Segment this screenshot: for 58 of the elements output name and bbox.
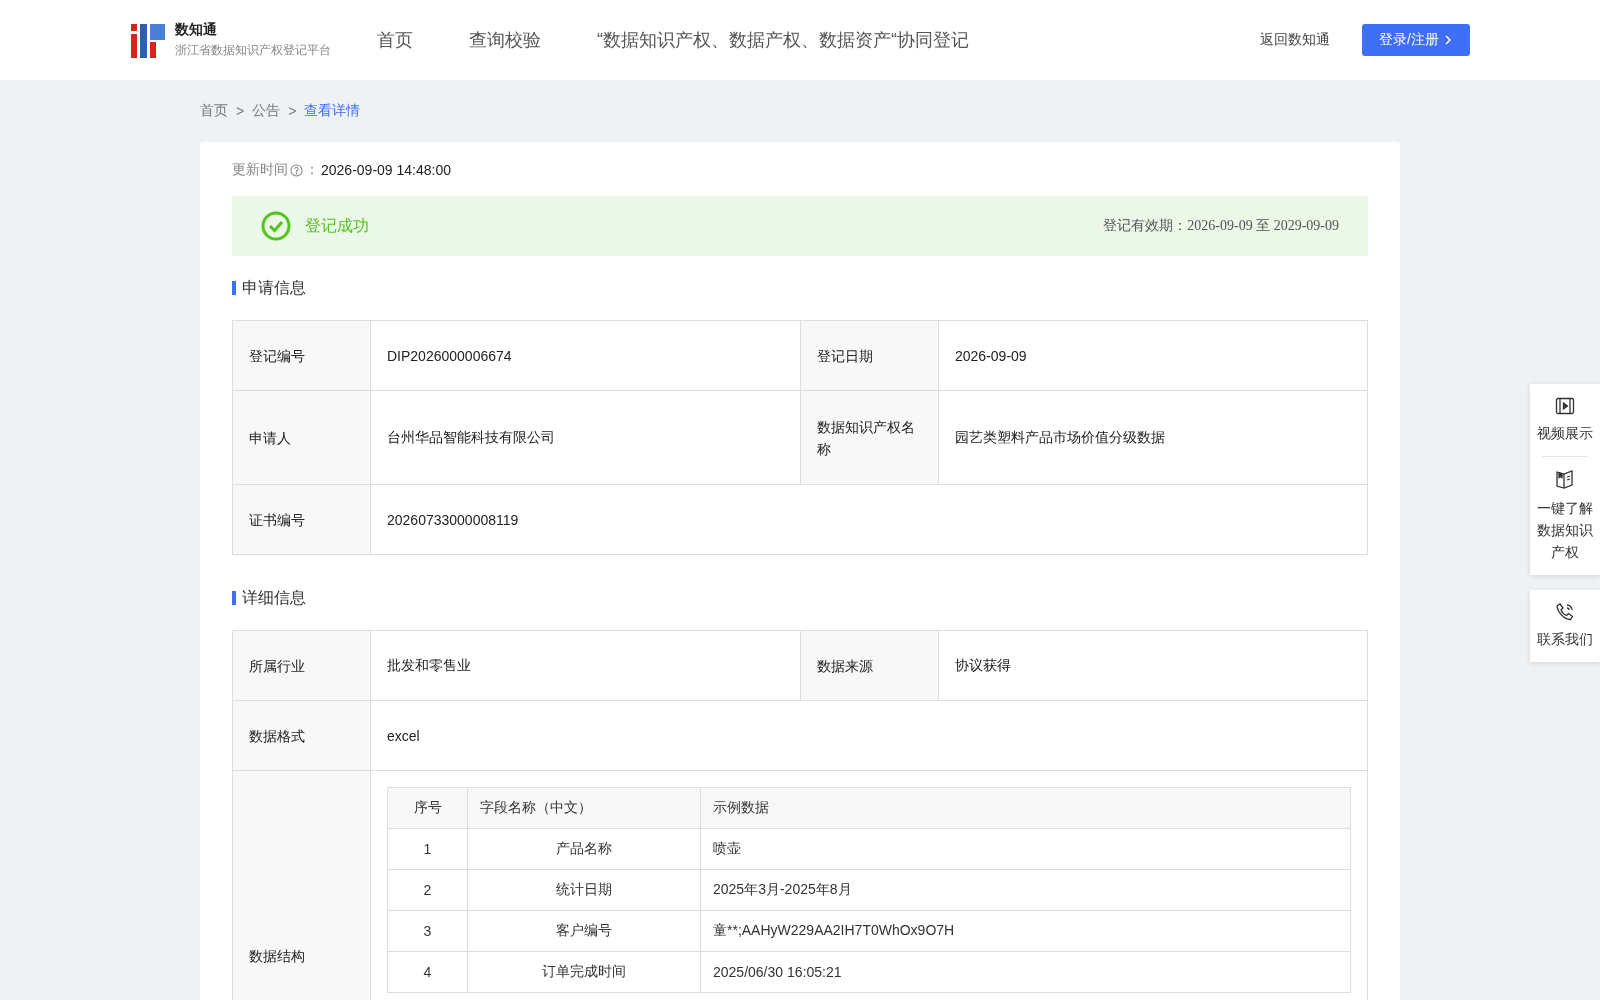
- field-value: 20260733000008119: [386, 510, 520, 530]
- column-header: 字段名称（中文）: [467, 787, 701, 829]
- logo-subtitle: 浙江省数据知识产权登记平台: [175, 42, 331, 59]
- side-panel-item[interactable]: 联系我们: [1530, 590, 1600, 662]
- side-panel-item[interactable]: 一键了解数据知识产权: [1530, 457, 1600, 575]
- breadcrumb-link[interactable]: 查看详情: [304, 102, 361, 120]
- field-label: 登记编号: [233, 321, 371, 390]
- section-title: 申请信息: [242, 277, 306, 298]
- table-cell: 2025年3月-2025年8月: [700, 869, 1351, 911]
- field-value: 协议获得: [954, 655, 1012, 675]
- table-cell: 客户编号: [467, 910, 701, 952]
- status-text: 登记成功: [305, 215, 370, 236]
- table-cell: 订单完成时间: [467, 951, 701, 993]
- field-label: 证书编号: [233, 485, 371, 554]
- validity-period: 登记有效期：2026-09-09 至 2029-09-09: [1103, 217, 1339, 235]
- nav-link[interactable]: “数据知识产权、数据产权、数据资产“协同登记: [597, 28, 969, 52]
- table-cell: 3: [387, 910, 468, 952]
- table-cell: 产品名称: [467, 828, 701, 870]
- field-value: 园艺类塑料产品市场价值分级数据: [954, 427, 1166, 447]
- section-title: 详细信息: [242, 587, 306, 608]
- video-icon: [1555, 396, 1575, 416]
- phone-icon: [1555, 602, 1575, 622]
- table-cell: 2025/06/30 16:05:21: [700, 951, 1351, 993]
- update-time: 2026-09-09 14:48:00: [321, 162, 451, 178]
- logo-title: 数知通: [175, 21, 218, 39]
- column-header: 序号: [387, 787, 468, 829]
- logo-icon: [131, 22, 165, 58]
- field-label: 登记日期: [801, 321, 939, 390]
- nav-link[interactable]: 首页: [377, 28, 413, 52]
- column-header: 示例数据: [700, 787, 1351, 829]
- field-label: 数据格式: [233, 701, 371, 770]
- field-value: 2026-09-09: [954, 346, 1028, 366]
- nav-link[interactable]: 查询校验: [469, 28, 541, 52]
- field-label: 数据结构: [233, 771, 371, 1000]
- colon: ：: [305, 161, 319, 179]
- field-label: 申请人: [233, 391, 371, 484]
- field-value: excel: [386, 726, 421, 746]
- update-label: 更新时间: [232, 161, 288, 179]
- breadcrumb-separator: >: [288, 103, 297, 119]
- side-panel-item[interactable]: 视频展示: [1530, 384, 1600, 456]
- chevron-right-icon: [1442, 35, 1453, 45]
- breadcrumb-link[interactable]: 公告: [252, 102, 281, 120]
- field-label: 数据来源: [801, 631, 939, 700]
- table-cell: 喷壶: [700, 828, 1351, 870]
- back-link[interactable]: 返回数知通: [1260, 31, 1330, 49]
- field-label: 数据知识产权名称: [801, 391, 939, 484]
- book-icon: [1555, 469, 1575, 491]
- table-cell: 2: [387, 869, 468, 911]
- table-cell: 1: [387, 828, 468, 870]
- check-circle-icon: [261, 211, 291, 241]
- field-label: 所属行业: [233, 631, 371, 700]
- help-icon: [290, 163, 303, 177]
- table-cell: 统计日期: [467, 869, 701, 911]
- table-cell: 童**;AAHyW229AA2IH7T0WhOx9O7H: [700, 910, 1351, 952]
- breadcrumb-link[interactable]: 首页: [200, 102, 228, 120]
- table-cell: 4: [387, 951, 468, 993]
- breadcrumb-separator: >: [236, 103, 245, 119]
- login-button[interactable]: 登录/注册: [1362, 24, 1470, 56]
